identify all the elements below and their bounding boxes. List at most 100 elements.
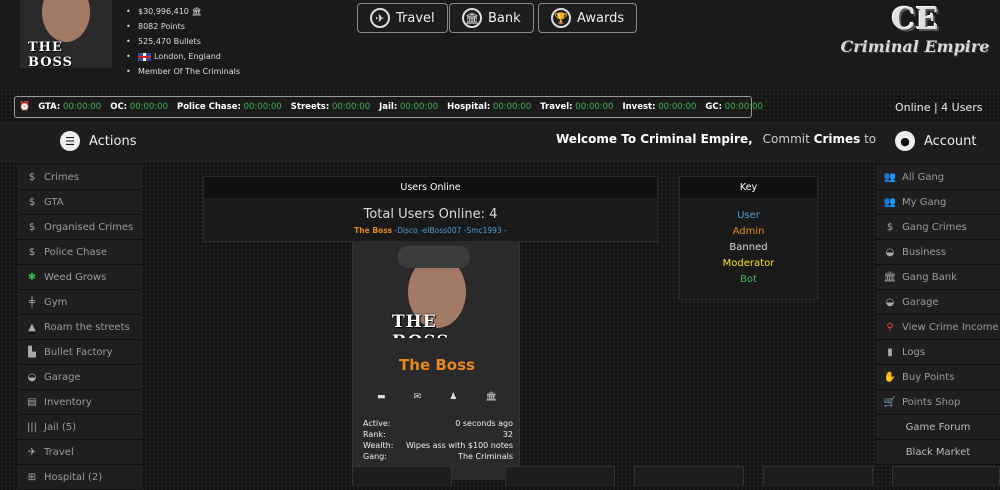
- sidebar-item-gang-crimes[interactable]: $ Gang Crimes: [876, 215, 1000, 240]
- users-online-panel: Total Users Online: 4 The Boss -Disco -e…: [203, 198, 658, 242]
- sidebar-item-game-forum[interactable]: Game Forum: [876, 415, 1000, 440]
- awards-label: Awards: [577, 10, 625, 26]
- site-logo[interactable]: CE Criminal Empire: [840, 2, 990, 82]
- avatar[interactable]: THE BOSS: [20, 0, 112, 68]
- boss-hat-shape: [398, 246, 470, 268]
- key-moderator: Moderator: [722, 258, 775, 269]
- actions-toggle[interactable]: ☰ Actions: [60, 131, 137, 151]
- sidebar-item-business[interactable]: ◒ Business: [876, 240, 1000, 265]
- dollar-icon: $: [28, 246, 36, 258]
- police-chase-timer-label: Police Chase:: [176, 102, 241, 112]
- online-user-link[interactable]: Smc1993: [466, 226, 501, 235]
- streets-timer: 00:00:00: [331, 102, 371, 112]
- cart-icon: 🛒: [883, 396, 897, 408]
- comment-icon[interactable]: ▬: [377, 392, 386, 402]
- sidebar-item-view-crime-income[interactable]: ⚲ View Crime Income: [876, 315, 1000, 340]
- sidebar-item-garage[interactable]: ◒ Garage: [18, 365, 142, 390]
- logo-text: Criminal Empire: [840, 37, 990, 56]
- dollar-icon: $: [28, 171, 36, 183]
- mail-icon[interactable]: ✉: [414, 392, 422, 402]
- sidebar-item-crimes[interactable]: $ Crimes: [18, 165, 142, 190]
- car-icon: ◒: [27, 371, 37, 383]
- welcome-crimes: Crimes: [813, 132, 861, 146]
- sidebar-item-jail[interactable]: ||| Jail (5): [18, 415, 142, 440]
- player-stats: $30,996,410 🏛 8082 Points 525,470 Bullet…: [118, 4, 240, 79]
- sidebar-item-logs[interactable]: ▮ Logs: [876, 340, 1000, 365]
- profile-card: THE BOSS The Boss ▬ ✉ ♟ 🏛 Active: 0 secon…: [352, 242, 520, 480]
- sidebar-item-roam-streets[interactable]: ▲ Roam the streets: [18, 315, 142, 340]
- sidebar-label: Business: [902, 246, 947, 258]
- online-user-link[interactable]: The Boss: [354, 226, 392, 235]
- logo-mark: CE: [891, 2, 939, 37]
- profile-row: Active: 0 seconds ago: [363, 418, 513, 429]
- menu-icon: ☰: [60, 131, 80, 151]
- profile-row: Gang: The Criminals: [363, 451, 513, 462]
- sidebar-label: Garage: [44, 371, 81, 383]
- sidebar-item-my-gang[interactable]: 👥 My Gang: [876, 190, 1000, 215]
- sidebar-item-weed-grows[interactable]: ✱ Weed Grows: [18, 265, 142, 290]
- bank-icon: 🏛: [191, 7, 202, 16]
- avatar-caption: THE BOSS: [28, 40, 74, 68]
- online-user-link[interactable]: Disco: [397, 226, 417, 235]
- profile-row-label: Wealth:: [363, 441, 394, 450]
- profile-avatar-caption: THE BOSS: [392, 312, 449, 338]
- awards-button[interactable]: 🏆 Awards: [538, 3, 638, 33]
- account-toggle[interactable]: ● Account: [895, 131, 977, 151]
- boxes-icon: ▤: [27, 396, 37, 408]
- profile-avatar[interactable]: THE BOSS: [386, 242, 486, 338]
- invest-timer: 00:00:00: [658, 102, 697, 112]
- sidebar-label: Jail (5): [44, 421, 76, 433]
- profile-name[interactable]: The Boss: [353, 356, 521, 374]
- sidebar-item-points-shop[interactable]: 🛒 Points Shop: [876, 390, 1000, 415]
- profile-row-label: Active:: [363, 419, 391, 428]
- profile-row-value: 0 seconds ago: [455, 419, 513, 428]
- bank-button[interactable]: 🏛 Bank: [449, 3, 534, 33]
- user-icon[interactable]: ♟: [449, 392, 457, 402]
- profile-row-label: Rank:: [363, 430, 386, 439]
- sidebar-item-hospital[interactable]: ⊞ Hospital (2): [18, 465, 142, 490]
- file-icon: ▮: [887, 346, 893, 358]
- account-title: Account: [924, 133, 977, 149]
- bank-icon: 🏛: [883, 271, 897, 283]
- sidebar-label: Weed Grows: [44, 271, 107, 283]
- sidebar-item-travel[interactable]: ✈ Travel: [18, 440, 142, 465]
- travel-button[interactable]: ✈ Travel: [357, 3, 448, 33]
- oc-timer-label: OC:: [110, 102, 128, 112]
- sidebar-item-police-chase[interactable]: $ Police Chase: [18, 240, 142, 265]
- leaf-icon: ✱: [27, 271, 37, 283]
- bank-icon: 🏛: [462, 8, 482, 28]
- sidebar-item-gang-garage[interactable]: ◒ Garage: [876, 290, 1000, 315]
- money-value: $30,996,410: [138, 7, 189, 16]
- dumbbell-icon: ╪: [28, 296, 36, 308]
- bank-icon[interactable]: 🏛: [485, 392, 496, 402]
- sidebar-item-black-market[interactable]: Black Market: [876, 440, 1000, 465]
- clock-icon: ⏰: [19, 102, 31, 112]
- travel-label: Travel: [396, 10, 435, 26]
- stat-gang: Member Of The Criminals: [126, 64, 240, 79]
- sidebar-item-buy-points[interactable]: ✋ Buy Points: [876, 365, 1000, 390]
- sidebar-label: Police Chase: [44, 246, 107, 258]
- online-user-link[interactable]: elBoss007: [423, 226, 462, 235]
- location-value: London, England: [154, 52, 221, 61]
- timer-bar: ⏰ GTA: 00:00:00 OC: 00:00:00 Police Chas…: [14, 96, 763, 118]
- hand-icon: ✋: [883, 371, 897, 383]
- sidebar-item-all-gang[interactable]: 👥 All Gang: [876, 165, 1000, 190]
- sidebar-item-gta[interactable]: $ GTA: [18, 190, 142, 215]
- sidebar-item-bullet-factory[interactable]: ▙ Bullet Factory: [18, 340, 142, 365]
- sidebar-item-gym[interactable]: ╪ Gym: [18, 290, 142, 315]
- sidebar-item-inventory[interactable]: ▤ Inventory: [18, 390, 142, 415]
- profile-row-value: Wipes ass with $100 notes: [405, 441, 513, 450]
- profile-row: Rank: 32: [363, 429, 513, 440]
- gta-timer-label: GTA:: [38, 102, 61, 112]
- sidebar-item-organised-crimes[interactable]: $ Organised Crimes: [18, 215, 142, 240]
- police-chase-timer: 00:00:00: [243, 102, 282, 112]
- car-icon: ◒: [885, 296, 895, 308]
- sidebar-item-gang-bank[interactable]: 🏛 Gang Bank: [876, 265, 1000, 290]
- total-users-online: Total Users Online: 4: [363, 207, 498, 222]
- sidebar-label: GTA: [44, 196, 64, 208]
- welcome-banner: Welcome To Criminal Empire, Commit Crimes…: [556, 132, 876, 146]
- online-users-link[interactable]: Online | 4 Users: [895, 101, 982, 114]
- bars-icon: |||: [26, 421, 38, 433]
- gang-link[interactable]: The Criminals: [185, 67, 240, 76]
- sidebar-label: Inventory: [44, 396, 92, 408]
